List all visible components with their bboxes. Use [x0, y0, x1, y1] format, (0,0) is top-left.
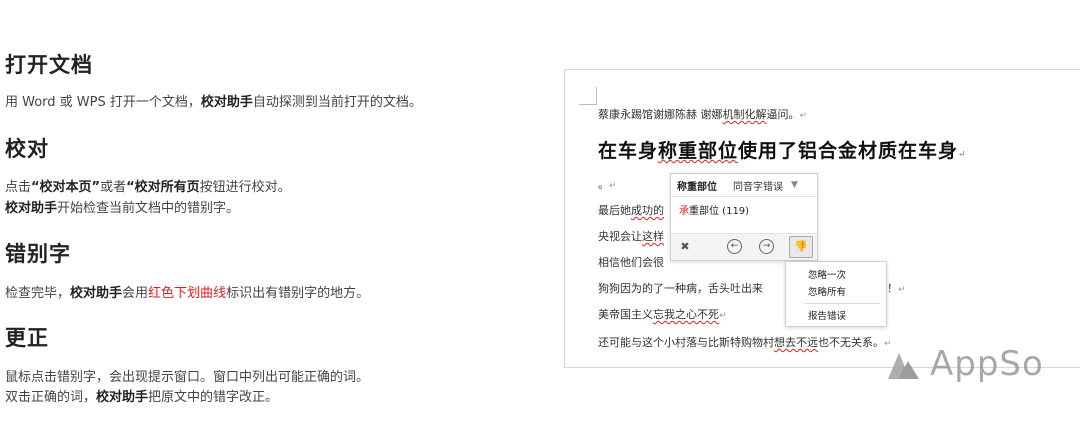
doc-line-5: 央视会让这样: [598, 230, 664, 243]
section-title-open: 打开文档: [5, 53, 93, 77]
section-title-correct: 更正: [5, 326, 49, 350]
menu-divider: [804, 303, 880, 304]
section-text-correct-1: 鼠标点击错别字，会出现提示窗口。窗口中列出可能正确的词。: [5, 370, 370, 385]
doc-line-8: 美帝国主义忘我之心不死↵: [598, 308, 727, 321]
suggestion-item[interactable]: 承重部位 (119): [671, 197, 817, 222]
next-arrow-icon[interactable]: →: [759, 239, 774, 254]
popup-typo-word: 称重部位: [677, 181, 717, 193]
section-text-proofread-1: 点击“校对本页”或者“校对所有页按钮进行校对。: [5, 180, 291, 195]
doc-line-1: 蔡康永踢馆谢娜陈赫 谢娜机制化解逼问。↵: [598, 108, 808, 121]
margin-corner-mark: [596, 87, 597, 105]
section-text-correct-2: 双击正确的词，校对助手把原文中的错字改正。: [5, 390, 279, 405]
doc-line-6: 相信他们会很: [598, 256, 664, 269]
section-text-typos: 检查完毕，校对助手会用红色下划曲线标识出有错别字的地方。: [5, 286, 370, 301]
menu-item-ignore-all[interactable]: 忽略所有: [808, 284, 846, 298]
typo-highlight[interactable]: 成功的: [631, 204, 664, 217]
doc-heading-line: 在车身称重部位使用了铝合金材质在车身↵: [598, 140, 967, 162]
menu-item-report-error[interactable]: 报告错误: [808, 308, 846, 322]
section-title-typos: 错别字: [5, 242, 71, 266]
thumbs-down-icon[interactable]: 👎: [789, 236, 813, 258]
typo-highlight[interactable]: 机制化解: [723, 108, 767, 121]
appso-logo-icon: [888, 353, 919, 379]
doc-line-3: 。↵: [598, 178, 617, 191]
popup-header: 称重部位 同音字错误 ▼: [671, 174, 817, 197]
section-text-open: 用 Word 或 WPS 打开一个文档，校对助手自动探测到当前打开的文档。: [5, 95, 422, 110]
typo-highlight[interactable]: 忘我之心不死: [653, 308, 719, 321]
section-title-proofread: 校对: [5, 137, 49, 161]
appso-watermark: AppSo: [884, 344, 1044, 384]
close-icon[interactable]: ✖: [677, 239, 693, 255]
typo-highlight[interactable]: 想去不远: [774, 336, 818, 349]
chevron-down-icon[interactable]: ▼: [791, 180, 798, 190]
error-type-dropdown[interactable]: 同音字错误: [733, 178, 783, 193]
previous-arrow-icon[interactable]: ←: [727, 239, 742, 254]
margin-corner-mark: [579, 104, 597, 105]
watermark-text: AppSo: [930, 344, 1044, 384]
section-text-proofread-2: 校对助手开始检查当前文档中的错别字。: [5, 201, 240, 216]
feedback-context-menu: 忽略一次 忽略所有 报告错误: [785, 261, 887, 327]
popup-toolbar: ✖ ← → 👎: [671, 233, 817, 260]
doc-line-4: 最后她成功的: [598, 204, 664, 217]
menu-item-ignore-once[interactable]: 忽略一次: [808, 267, 846, 281]
doc-line-9: 还可能与这个小村落与比斯特购物村想去不远也不无关系。↵: [598, 336, 892, 349]
suggestion-popup: 称重部位 同音字错误 ▼ 承重部位 (119) ✖ ← → 👎: [670, 173, 818, 261]
typo-highlight[interactable]: 这样: [642, 230, 664, 243]
typo-highlight[interactable]: 称重部位: [658, 140, 738, 162]
